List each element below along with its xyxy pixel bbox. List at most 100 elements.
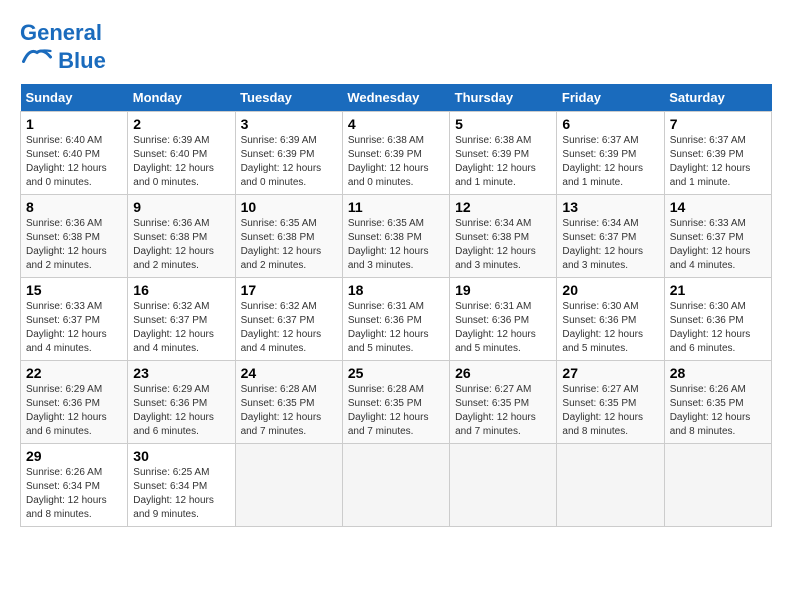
day-info: Sunrise: 6:40 AM Sunset: 6:40 PM Dayligh… <box>26 134 122 190</box>
week-row-5: 29 Sunrise: 6:26 AM Sunset: 6:34 PM Dayl… <box>21 444 772 527</box>
day-number: 23 <box>133 365 229 381</box>
day-number: 3 <box>241 116 337 132</box>
calendar-cell: 8 Sunrise: 6:36 AM Sunset: 6:38 PM Dayli… <box>21 195 128 278</box>
calendar-cell <box>664 444 771 527</box>
day-info: Sunrise: 6:30 AM Sunset: 6:36 PM Dayligh… <box>670 300 766 356</box>
day-info: Sunrise: 6:29 AM Sunset: 6:36 PM Dayligh… <box>26 383 122 439</box>
day-number: 16 <box>133 282 229 298</box>
logo: General Blue <box>20 20 106 74</box>
day-info: Sunrise: 6:30 AM Sunset: 6:36 PM Dayligh… <box>562 300 658 356</box>
day-number: 29 <box>26 448 122 464</box>
calendar-cell: 10 Sunrise: 6:35 AM Sunset: 6:38 PM Dayl… <box>235 195 342 278</box>
week-row-3: 15 Sunrise: 6:33 AM Sunset: 6:37 PM Dayl… <box>21 278 772 361</box>
day-number: 22 <box>26 365 122 381</box>
day-info: Sunrise: 6:29 AM Sunset: 6:36 PM Dayligh… <box>133 383 229 439</box>
calendar-cell: 30 Sunrise: 6:25 AM Sunset: 6:34 PM Dayl… <box>128 444 235 527</box>
calendar-cell: 16 Sunrise: 6:32 AM Sunset: 6:37 PM Dayl… <box>128 278 235 361</box>
header-wednesday: Wednesday <box>342 84 449 112</box>
header-monday: Monday <box>128 84 235 112</box>
logo-icon <box>22 46 52 68</box>
day-number: 21 <box>670 282 766 298</box>
logo-general: General <box>20 20 102 45</box>
calendar-cell: 17 Sunrise: 6:32 AM Sunset: 6:37 PM Dayl… <box>235 278 342 361</box>
header-row: SundayMondayTuesdayWednesdayThursdayFrid… <box>21 84 772 112</box>
day-number: 6 <box>562 116 658 132</box>
calendar-cell: 9 Sunrise: 6:36 AM Sunset: 6:38 PM Dayli… <box>128 195 235 278</box>
day-number: 26 <box>455 365 551 381</box>
header-tuesday: Tuesday <box>235 84 342 112</box>
calendar-cell: 19 Sunrise: 6:31 AM Sunset: 6:36 PM Dayl… <box>450 278 557 361</box>
day-info: Sunrise: 6:26 AM Sunset: 6:34 PM Dayligh… <box>26 466 122 522</box>
header-saturday: Saturday <box>664 84 771 112</box>
calendar-cell: 26 Sunrise: 6:27 AM Sunset: 6:35 PM Dayl… <box>450 361 557 444</box>
day-number: 13 <box>562 199 658 215</box>
day-number: 4 <box>348 116 444 132</box>
day-info: Sunrise: 6:33 AM Sunset: 6:37 PM Dayligh… <box>26 300 122 356</box>
header-sunday: Sunday <box>21 84 128 112</box>
day-info: Sunrise: 6:37 AM Sunset: 6:39 PM Dayligh… <box>670 134 766 190</box>
day-number: 11 <box>348 199 444 215</box>
day-info: Sunrise: 6:36 AM Sunset: 6:38 PM Dayligh… <box>133 217 229 273</box>
day-number: 24 <box>241 365 337 381</box>
day-number: 7 <box>670 116 766 132</box>
day-number: 15 <box>26 282 122 298</box>
calendar-cell: 29 Sunrise: 6:26 AM Sunset: 6:34 PM Dayl… <box>21 444 128 527</box>
day-info: Sunrise: 6:31 AM Sunset: 6:36 PM Dayligh… <box>455 300 551 356</box>
day-number: 25 <box>348 365 444 381</box>
day-number: 5 <box>455 116 551 132</box>
day-info: Sunrise: 6:31 AM Sunset: 6:36 PM Dayligh… <box>348 300 444 356</box>
day-number: 12 <box>455 199 551 215</box>
calendar-cell: 15 Sunrise: 6:33 AM Sunset: 6:37 PM Dayl… <box>21 278 128 361</box>
calendar-cell: 13 Sunrise: 6:34 AM Sunset: 6:37 PM Dayl… <box>557 195 664 278</box>
calendar-cell: 14 Sunrise: 6:33 AM Sunset: 6:37 PM Dayl… <box>664 195 771 278</box>
week-row-4: 22 Sunrise: 6:29 AM Sunset: 6:36 PM Dayl… <box>21 361 772 444</box>
day-info: Sunrise: 6:39 AM Sunset: 6:39 PM Dayligh… <box>241 134 337 190</box>
day-number: 28 <box>670 365 766 381</box>
day-info: Sunrise: 6:35 AM Sunset: 6:38 PM Dayligh… <box>241 217 337 273</box>
day-info: Sunrise: 6:38 AM Sunset: 6:39 PM Dayligh… <box>455 134 551 190</box>
week-row-1: 1 Sunrise: 6:40 AM Sunset: 6:40 PM Dayli… <box>21 112 772 195</box>
calendar-cell <box>342 444 449 527</box>
day-info: Sunrise: 6:28 AM Sunset: 6:35 PM Dayligh… <box>241 383 337 439</box>
day-info: Sunrise: 6:34 AM Sunset: 6:38 PM Dayligh… <box>455 217 551 273</box>
calendar-table: SundayMondayTuesdayWednesdayThursdayFrid… <box>20 84 772 527</box>
day-info: Sunrise: 6:39 AM Sunset: 6:40 PM Dayligh… <box>133 134 229 190</box>
calendar-cell <box>450 444 557 527</box>
day-info: Sunrise: 6:34 AM Sunset: 6:37 PM Dayligh… <box>562 217 658 273</box>
calendar-cell: 4 Sunrise: 6:38 AM Sunset: 6:39 PM Dayli… <box>342 112 449 195</box>
week-row-2: 8 Sunrise: 6:36 AM Sunset: 6:38 PM Dayli… <box>21 195 772 278</box>
day-info: Sunrise: 6:37 AM Sunset: 6:39 PM Dayligh… <box>562 134 658 190</box>
calendar-cell <box>557 444 664 527</box>
day-info: Sunrise: 6:38 AM Sunset: 6:39 PM Dayligh… <box>348 134 444 190</box>
calendar-cell: 11 Sunrise: 6:35 AM Sunset: 6:38 PM Dayl… <box>342 195 449 278</box>
calendar-cell: 22 Sunrise: 6:29 AM Sunset: 6:36 PM Dayl… <box>21 361 128 444</box>
day-info: Sunrise: 6:25 AM Sunset: 6:34 PM Dayligh… <box>133 466 229 522</box>
calendar-cell: 6 Sunrise: 6:37 AM Sunset: 6:39 PM Dayli… <box>557 112 664 195</box>
calendar-cell: 7 Sunrise: 6:37 AM Sunset: 6:39 PM Dayli… <box>664 112 771 195</box>
day-number: 9 <box>133 199 229 215</box>
calendar-cell: 28 Sunrise: 6:26 AM Sunset: 6:35 PM Dayl… <box>664 361 771 444</box>
header-friday: Friday <box>557 84 664 112</box>
day-number: 8 <box>26 199 122 215</box>
day-number: 30 <box>133 448 229 464</box>
logo-blue: Blue <box>58 48 106 73</box>
page-header: General Blue <box>20 20 772 74</box>
calendar-cell: 3 Sunrise: 6:39 AM Sunset: 6:39 PM Dayli… <box>235 112 342 195</box>
day-info: Sunrise: 6:32 AM Sunset: 6:37 PM Dayligh… <box>241 300 337 356</box>
calendar-cell: 23 Sunrise: 6:29 AM Sunset: 6:36 PM Dayl… <box>128 361 235 444</box>
day-number: 27 <box>562 365 658 381</box>
calendar-cell: 18 Sunrise: 6:31 AM Sunset: 6:36 PM Dayl… <box>342 278 449 361</box>
day-info: Sunrise: 6:28 AM Sunset: 6:35 PM Dayligh… <box>348 383 444 439</box>
day-info: Sunrise: 6:36 AM Sunset: 6:38 PM Dayligh… <box>26 217 122 273</box>
day-number: 18 <box>348 282 444 298</box>
day-info: Sunrise: 6:35 AM Sunset: 6:38 PM Dayligh… <box>348 217 444 273</box>
day-number: 20 <box>562 282 658 298</box>
header-thursday: Thursday <box>450 84 557 112</box>
day-number: 2 <box>133 116 229 132</box>
calendar-cell: 27 Sunrise: 6:27 AM Sunset: 6:35 PM Dayl… <box>557 361 664 444</box>
calendar-cell: 24 Sunrise: 6:28 AM Sunset: 6:35 PM Dayl… <box>235 361 342 444</box>
calendar-cell: 21 Sunrise: 6:30 AM Sunset: 6:36 PM Dayl… <box>664 278 771 361</box>
calendar-cell: 12 Sunrise: 6:34 AM Sunset: 6:38 PM Dayl… <box>450 195 557 278</box>
calendar-cell: 20 Sunrise: 6:30 AM Sunset: 6:36 PM Dayl… <box>557 278 664 361</box>
calendar-cell: 5 Sunrise: 6:38 AM Sunset: 6:39 PM Dayli… <box>450 112 557 195</box>
